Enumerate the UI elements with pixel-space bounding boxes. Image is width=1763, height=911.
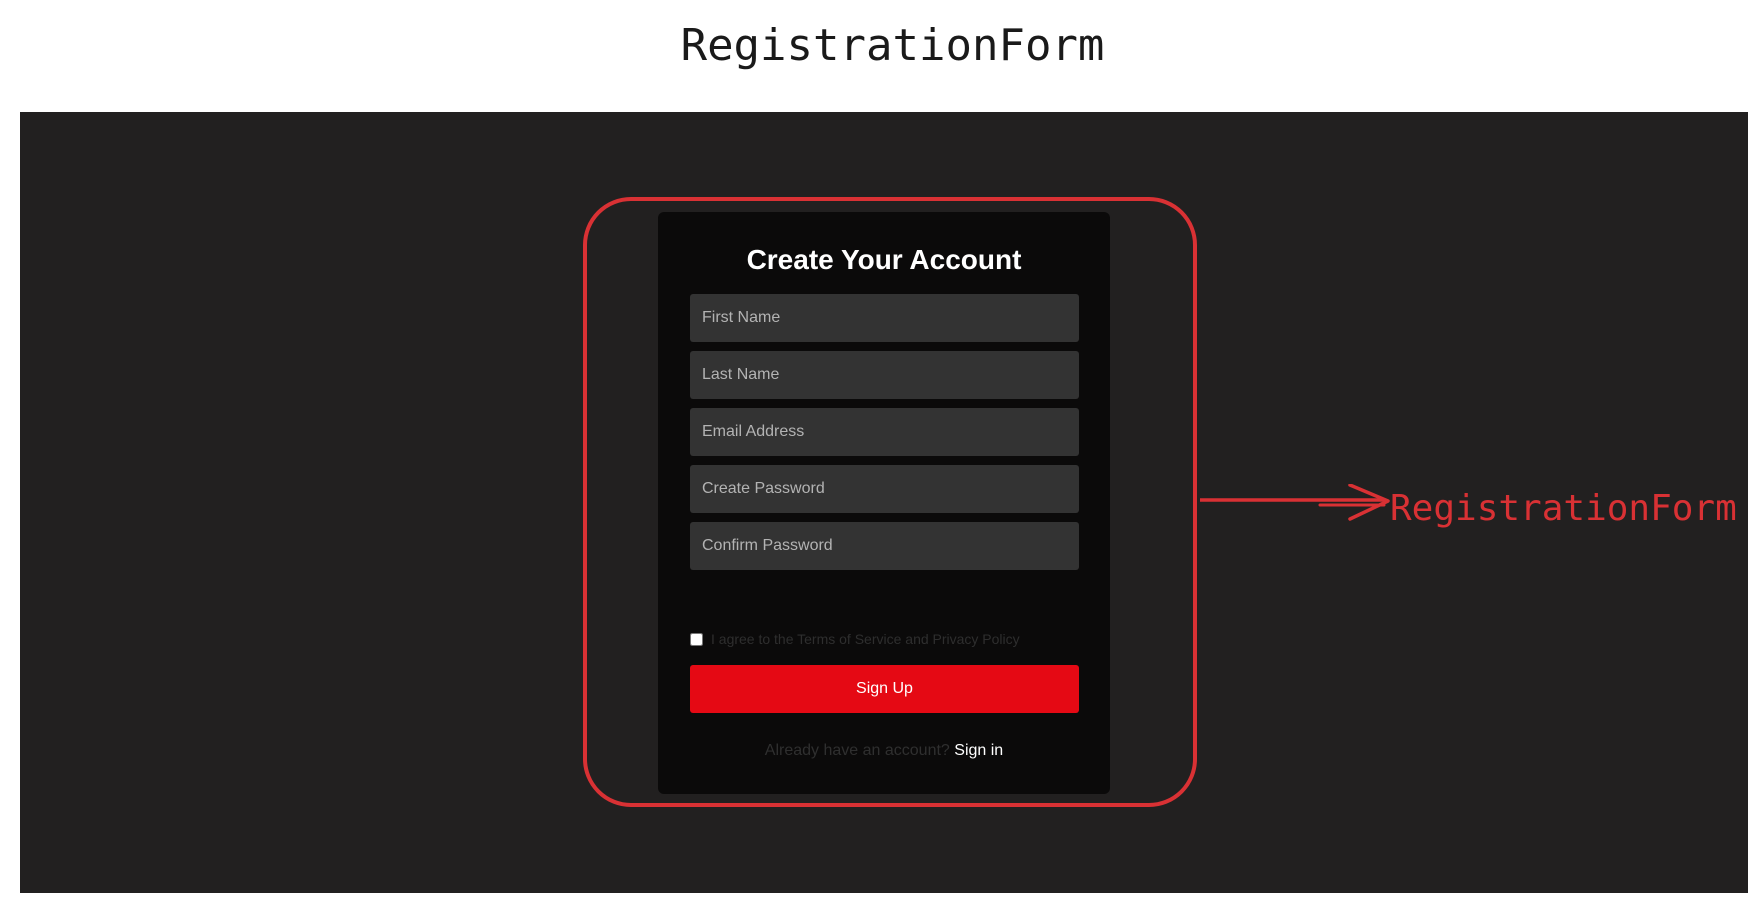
annotation-label: RegistrationForm bbox=[1390, 488, 1737, 529]
arrow-icon bbox=[1200, 484, 1390, 521]
page: RegistrationForm Create Your Account I a… bbox=[0, 0, 1763, 911]
diagram-title: RegistrationForm bbox=[680, 20, 1105, 71]
highlight-outline bbox=[583, 197, 1197, 807]
